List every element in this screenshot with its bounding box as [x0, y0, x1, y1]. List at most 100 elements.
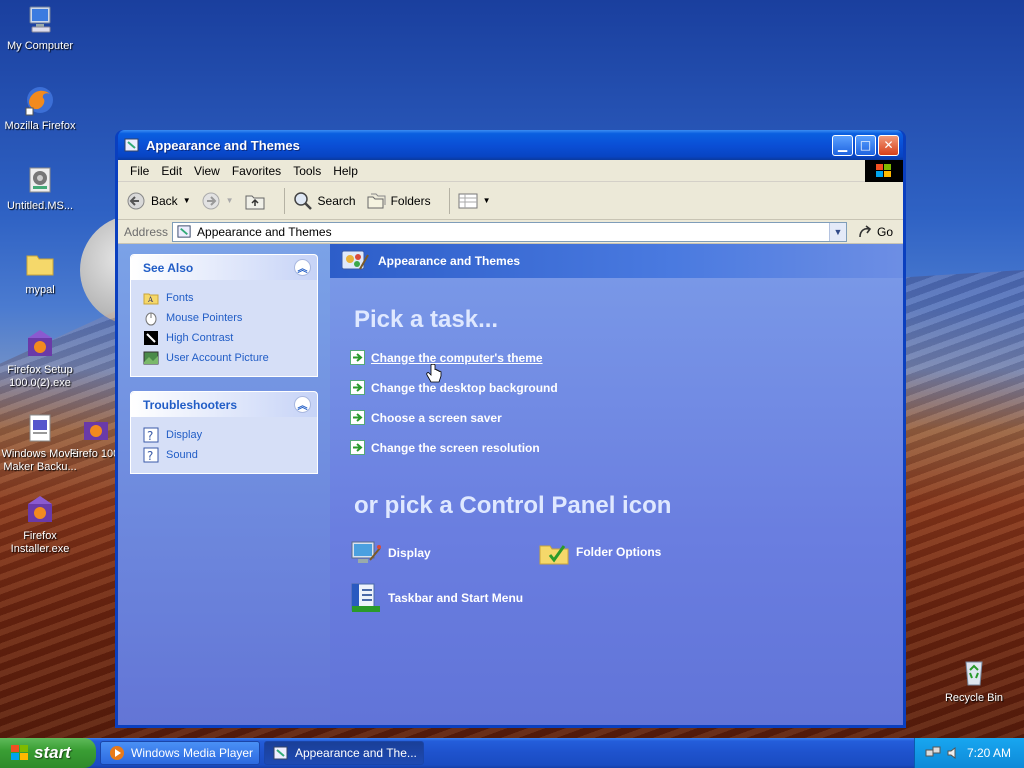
collapse-chevron-icon[interactable]: ︽: [294, 396, 311, 413]
go-label: Go: [876, 224, 893, 239]
back-label: Back: [151, 193, 178, 208]
address-value: Appearance and Themes: [197, 224, 332, 239]
back-button[interactable]: Back ▼: [126, 191, 191, 211]
address-input[interactable]: Appearance and Themes ▼: [172, 221, 847, 242]
sidebar-link-label: Fonts: [166, 292, 194, 304]
menu-file[interactable]: File: [124, 164, 155, 178]
folders-label: Folders: [390, 193, 431, 208]
desktop-icon-my-computer[interactable]: My Computer: [0, 4, 80, 53]
cp-icon-display[interactable]: Display: [350, 538, 431, 568]
control-panel-icon: [124, 138, 139, 152]
folders-button[interactable]: Folders: [366, 191, 431, 211]
maximize-icon: □: [859, 138, 872, 152]
collapse-chevron-icon[interactable]: ︽: [294, 259, 311, 276]
desktop-icon-label: Untitled.MS...: [6, 200, 74, 212]
title-bar[interactable]: Appearance and Themes ▁ □ ✕: [118, 130, 903, 160]
window-title: Appearance and Themes: [146, 137, 300, 153]
category-header: Appearance and Themes: [330, 244, 903, 278]
high-contrast-icon: [144, 331, 158, 345]
desktop-icon-label: Mozilla Firefox: [4, 120, 76, 132]
go-button[interactable]: Go: [847, 224, 903, 240]
desktop-icon-mozilla-firefox[interactable]: Mozilla Firefox: [0, 84, 80, 133]
task-label: Choose a screen saver: [371, 410, 502, 425]
folder-icon: [26, 255, 54, 276]
sidebar-link-display-troubleshooter[interactable]: ? Display: [143, 425, 305, 445]
pick-task-heading: Pick a task...: [354, 306, 499, 333]
desktop-icon-firefox-installer[interactable]: Firefox Installer.exe: [0, 494, 80, 556]
desktop-icon-label: mypal: [25, 284, 55, 296]
desktop-icon-recycle-bin[interactable]: Recycle Bin: [934, 656, 1014, 705]
menu-view[interactable]: View: [188, 164, 226, 178]
forward-button[interactable]: ▼: [201, 191, 234, 211]
control-panel-icon: [177, 225, 191, 238]
folders-icon: [367, 193, 386, 208]
troubleshooters-header[interactable]: Troubleshooters ︽: [131, 392, 317, 417]
address-label: Address: [124, 224, 169, 239]
recycle-bin-icon: [965, 661, 983, 686]
movie-maker-backup-icon: [29, 414, 51, 442]
sidebar-link-user-account-picture[interactable]: User Account Picture: [143, 348, 305, 368]
display-icon: [351, 541, 381, 563]
sidebar-link-label: High Contrast: [166, 332, 234, 344]
green-arrow-icon: [350, 410, 365, 425]
see-also-title: See Also: [143, 260, 194, 275]
clock[interactable]: 7:20 AM: [967, 746, 1011, 760]
sidebar-link-mouse-pointers[interactable]: Mouse Pointers: [143, 308, 305, 328]
taskbar: start Windows Media Player Appearance an…: [0, 738, 1024, 768]
network-icon[interactable]: [925, 745, 941, 761]
troubleshooters-panel: Troubleshooters ︽ ? Display ? Sound: [130, 391, 318, 474]
svg-text:A: A: [147, 296, 154, 304]
cp-icon-taskbar-start-menu[interactable]: Taskbar and Start Menu: [350, 582, 523, 614]
cp-icon-folder-options[interactable]: Folder Options: [538, 538, 661, 566]
taskbar-start-menu-icon: [351, 583, 380, 612]
menu-edit[interactable]: Edit: [155, 164, 188, 178]
address-bar: Address Appearance and Themes ▼ Go: [118, 220, 903, 244]
up-folder-icon: [245, 195, 265, 209]
start-button[interactable]: start: [0, 738, 96, 768]
search-button[interactable]: Search: [293, 191, 356, 211]
task-change-screen-resolution[interactable]: Change the screen resolution: [350, 440, 540, 455]
green-arrow-icon: [350, 350, 365, 365]
menu-tools[interactable]: Tools: [287, 164, 327, 178]
windows-logo-icon: [865, 160, 903, 182]
task-pane: See Also ︽ A Fonts Mouse Pointers High C…: [118, 244, 330, 725]
desktop-icon-untitled-ms[interactable]: Untitled.MS...: [0, 164, 80, 213]
main-pane: Appearance and Themes Pick a task... Cha…: [330, 244, 903, 725]
control-panel-icon: [273, 746, 288, 760]
address-dropdown-icon[interactable]: ▼: [828, 222, 846, 241]
task-change-desktop-background[interactable]: Change the desktop background: [350, 380, 558, 395]
go-arrow-icon: [859, 224, 872, 237]
taskbar-button-media-player[interactable]: Windows Media Player: [100, 741, 260, 765]
up-folder-button[interactable]: [244, 191, 266, 211]
sidebar-link-fonts[interactable]: A Fonts: [143, 288, 305, 308]
taskbar-button-appearance-themes[interactable]: Appearance and The...: [264, 741, 424, 765]
taskbar-button-label: Windows Media Player: [131, 746, 254, 760]
task-label: Change the screen resolution: [371, 440, 540, 455]
desktop-icon-firefox-setup[interactable]: Firefox Setup 100.0(2).exe: [0, 328, 80, 390]
sidebar-link-high-contrast[interactable]: High Contrast: [143, 328, 305, 348]
firefox-setup-icon: [84, 422, 108, 440]
task-change-theme[interactable]: Change the computer's theme: [350, 350, 543, 365]
back-dropdown-icon[interactable]: ▼: [183, 196, 191, 205]
folder-options-icon: [539, 545, 569, 565]
cp-icon-label: Display: [388, 546, 431, 560]
search-label: Search: [317, 193, 356, 208]
desktop-icon-mypal[interactable]: mypal: [0, 248, 80, 297]
appearance-themes-icon: [341, 250, 369, 270]
minimize-button[interactable]: ▁: [832, 134, 853, 156]
menu-help[interactable]: Help: [327, 164, 364, 178]
volume-icon[interactable]: [947, 746, 961, 760]
see-also-header[interactable]: See Also ︽: [131, 255, 317, 280]
help-icon: ?: [143, 427, 159, 443]
task-choose-screen-saver[interactable]: Choose a screen saver: [350, 410, 502, 425]
views-button[interactable]: ▼: [458, 193, 491, 209]
sidebar-link-label: Sound: [166, 449, 198, 461]
explorer-window: Appearance and Themes ▁ □ ✕ File Edit Vi…: [115, 130, 906, 728]
desktop-icon-label: Firefox Setup 100.0(2).exe: [7, 364, 73, 389]
maximize-button[interactable]: □: [855, 134, 876, 156]
close-button[interactable]: ✕: [878, 134, 899, 156]
menu-favorites[interactable]: Favorites: [226, 164, 287, 178]
mouse-icon: [145, 312, 157, 326]
back-arrow-icon: [127, 192, 145, 209]
sidebar-link-sound-troubleshooter[interactable]: ? Sound: [143, 445, 305, 465]
